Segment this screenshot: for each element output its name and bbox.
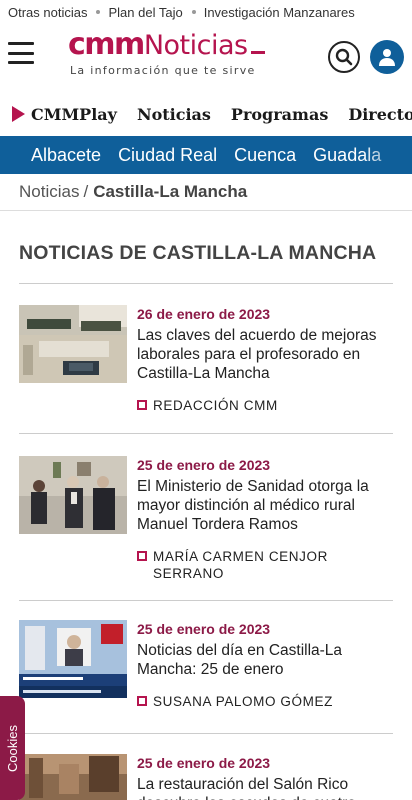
region-ciudad-real[interactable]: Ciudad Real — [118, 145, 217, 166]
nav-item-label: Programas — [230, 104, 329, 124]
author-square-icon — [137, 400, 147, 410]
nav-item-label: Noticias — [136, 104, 211, 124]
divider — [19, 733, 393, 734]
article-date: 25 de enero de 2023 — [137, 621, 271, 637]
article-headline[interactable]: Noticias del día en Castilla-La Mancha: … — [137, 641, 393, 679]
article-thumbnail[interactable] — [19, 305, 127, 383]
logo-tagline: La información que te sirve — [70, 64, 256, 77]
nav-item-cmmplay[interactable]: CMMPlay — [12, 105, 117, 124]
news-video-thumbnail — [19, 620, 127, 698]
classroom-photo — [19, 305, 127, 383]
logo-noticias: Noticias — [143, 30, 248, 61]
article-thumbnail[interactable] — [19, 620, 127, 698]
salon-rico-photo — [19, 754, 127, 800]
divider — [19, 600, 393, 601]
ticker-separator — [191, 10, 196, 14]
divider — [19, 433, 393, 434]
author-name: María Carmen Cenjor Serrano — [153, 549, 328, 581]
breadcrumb-current: Castilla-La Mancha — [93, 182, 248, 201]
nav-item-label: CMMPlay — [31, 104, 117, 124]
article-date: 25 de enero de 2023 — [137, 457, 271, 473]
play-icon — [12, 106, 25, 122]
ticker-separator — [96, 10, 101, 14]
user-icon — [379, 49, 395, 66]
article-headline[interactable]: La restauración del Salón Rico descubre … — [137, 775, 393, 800]
nav-item-label: Directos — [348, 104, 412, 124]
nav-item-noticias[interactable]: Noticias — [137, 105, 211, 124]
author-name: Susana Palomo Gómez — [153, 694, 333, 709]
article-thumbnail[interactable] — [19, 456, 127, 534]
site-logo[interactable]: cmm Noticias La información que te sirve — [68, 30, 294, 77]
breadcrumb-root[interactable]: Noticias — [19, 182, 79, 202]
article-headline[interactable]: Las claves del acuerdo de mejoras labora… — [137, 326, 393, 383]
ticker-item-plan-del-tajo[interactable]: Plan del Tajo — [108, 5, 182, 20]
author-name: Redacción CMM — [153, 398, 278, 413]
article-headline[interactable]: El Ministerio de Sanidad otorga la mayor… — [137, 477, 393, 534]
divider — [19, 283, 393, 284]
region-cuenca[interactable]: Cuenca — [234, 145, 296, 166]
ticker-item-otras-noticias[interactable]: Otras noticias — [8, 5, 87, 20]
breadcrumb: Noticias / Castilla-La Mancha — [0, 174, 412, 211]
menu-icon[interactable] — [8, 42, 34, 64]
cookies-button[interactable]: Cookies — [0, 696, 25, 800]
regions-bar: Albacete Ciudad Real Cuenca Guadala — [0, 136, 412, 174]
logo-cmm: cmm — [68, 27, 145, 62]
ticker-item-investigacion[interactable]: Investigación Manzanares — [204, 5, 355, 20]
nav-item-programas[interactable]: Programas — [231, 105, 328, 124]
article-author[interactable]: Susana Palomo Gómez — [137, 693, 393, 710]
cookies-label: Cookies — [5, 724, 20, 772]
top-ticker: Otras noticias Plan del Tajo Investigaci… — [0, 0, 412, 24]
main-nav: CMMPlay Noticias Programas Directos — [0, 92, 412, 136]
logo-underscore — [250, 51, 265, 54]
breadcrumb-separator: / — [83, 182, 89, 201]
article-thumbnail[interactable] — [19, 754, 127, 800]
search-button[interactable] — [328, 41, 360, 73]
author-square-icon — [137, 696, 147, 706]
article-date: 26 de enero de 2023 — [137, 306, 271, 322]
award-ceremony-photo — [19, 456, 127, 534]
search-icon — [335, 48, 353, 66]
article-author[interactable]: Redacción CMM — [137, 397, 393, 414]
user-account-button[interactable] — [370, 40, 404, 74]
region-albacete[interactable]: Albacete — [31, 145, 101, 166]
author-square-icon — [137, 551, 147, 561]
article-date: 25 de enero de 2023 — [137, 755, 271, 771]
nav-item-directos[interactable]: Directos — [348, 105, 412, 124]
regions-fade — [362, 136, 412, 174]
article-author[interactable]: María Carmen Cenjor Serrano — [137, 548, 393, 582]
site-header: cmm Noticias La información que te sirve — [0, 24, 412, 92]
page-title: NOTICIAS DE CASTILLA-LA MANCHA — [19, 242, 377, 264]
